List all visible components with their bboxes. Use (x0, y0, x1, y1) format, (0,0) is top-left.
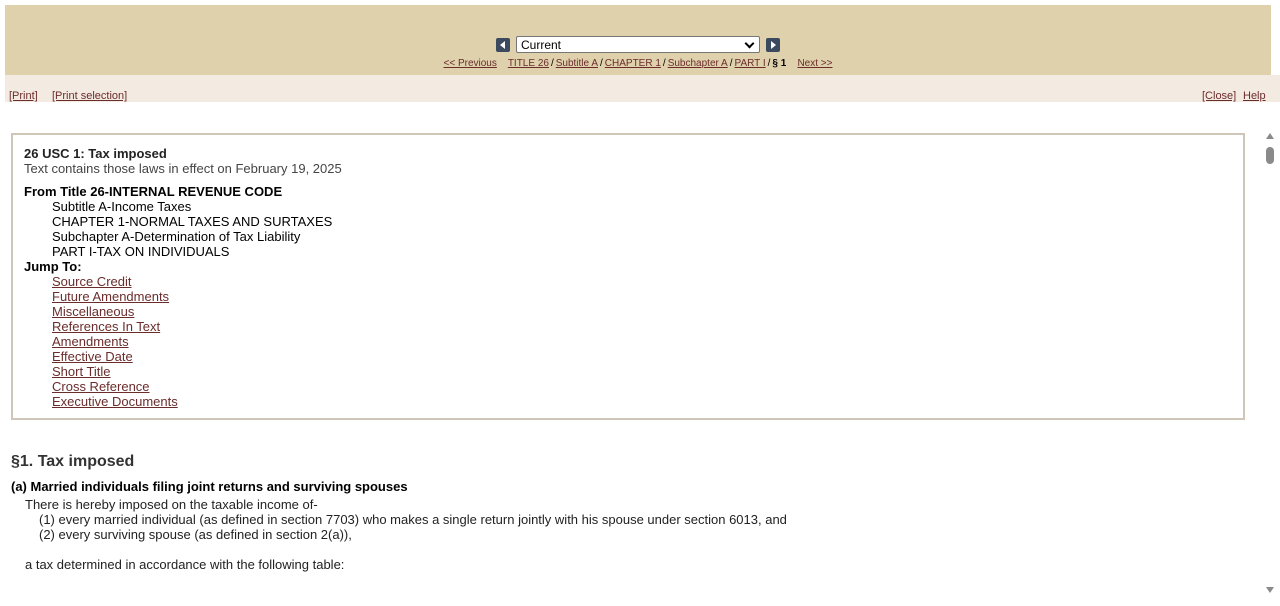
jump-to-label: Jump To: (24, 259, 82, 274)
document-info-box: 26 USC 1: Tax imposed Text contains thos… (11, 133, 1245, 420)
scrollbar-thumb[interactable] (1266, 147, 1274, 164)
scroll-down-arrow-icon[interactable] (1266, 587, 1274, 593)
version-nav: Current (0, 36, 1276, 54)
version-select[interactable]: Current (516, 36, 760, 54)
version-select-value: Current (521, 38, 562, 53)
hierarchy-subtitle: Subtitle A-Income Taxes (52, 199, 192, 214)
breadcrumb-separator: / (729, 58, 733, 69)
previous-version-button[interactable] (496, 37, 510, 52)
breadcrumb-part[interactable]: PART I (735, 58, 766, 69)
section-text: There is hereby imposed on the taxable i… (25, 497, 318, 512)
hierarchy-chapter: CHAPTER 1-NORMAL TAXES AND SURTAXES (52, 214, 333, 229)
subsection-heading: (a) Married individuals filing joint ret… (11, 479, 408, 494)
section-text: a tax determined in accordance with the … (25, 557, 345, 572)
breadcrumb-separator: / (550, 58, 554, 69)
breadcrumb-separator: / (662, 58, 666, 69)
chevron-down-icon (744, 38, 755, 49)
from-title: From Title 26-INTERNAL REVENUE CODE (24, 184, 283, 199)
jump-link-source-credit[interactable]: Source Credit (52, 274, 131, 289)
hierarchy-part: PART I-TAX ON INDIVIDUALS (52, 244, 230, 259)
jump-link-cross-reference[interactable]: Cross Reference (52, 379, 150, 394)
jump-link-miscellaneous[interactable]: Miscellaneous (52, 304, 134, 319)
breadcrumb-subchapter[interactable]: Subchapter A (668, 58, 728, 69)
document-title: 26 USC 1: Tax imposed (24, 146, 167, 161)
next-version-button[interactable] (766, 37, 780, 52)
section-title: §1. Tax imposed (11, 453, 135, 470)
print-selection-link[interactable]: [Print selection] (52, 90, 127, 102)
print-link[interactable]: [Print] (9, 90, 38, 102)
breadcrumb-separator: / (600, 58, 603, 69)
jump-link-effective-date[interactable]: Effective Date (52, 349, 133, 364)
scroll-up-arrow-icon[interactable] (1266, 133, 1274, 139)
section-text: (2) every surviving spouse (as defined i… (39, 527, 352, 542)
breadcrumb: << Previous TITLE 26/Subtitle A / CHAPTER … (0, 58, 1276, 69)
breadcrumb-current: § 1 (772, 58, 787, 69)
section-text: (1) every married individual (as defined… (39, 512, 787, 527)
next-link[interactable]: Next >> (797, 58, 832, 69)
toolbar: [Print] [Print selection] [Close] Help (5, 75, 1280, 102)
previous-link[interactable]: << Previous (444, 58, 497, 69)
jump-link-amendments[interactable]: Amendments (52, 334, 129, 349)
breadcrumb-chapter[interactable]: CHAPTER 1 (605, 58, 661, 69)
breadcrumb-subtitle[interactable]: Subtitle A (556, 58, 598, 69)
breadcrumb-title[interactable]: TITLE 26 (508, 58, 549, 69)
vertical-scrollbar[interactable] (1260, 125, 1280, 606)
breadcrumb-separator: / (767, 58, 771, 69)
jump-link-references-in-text[interactable]: References In Text (52, 319, 160, 334)
hierarchy-subchapter: Subchapter A-Determination of Tax Liabil… (52, 229, 301, 244)
jump-link-short-title[interactable]: Short Title (52, 364, 111, 379)
effective-date-note: Text contains those laws in effect on Fe… (24, 161, 342, 176)
help-link[interactable]: Help (1243, 90, 1266, 102)
jump-link-executive-documents[interactable]: Executive Documents (52, 394, 178, 409)
jump-link-future-amendments[interactable]: Future Amendments (52, 289, 169, 304)
close-link[interactable]: [Close] (1202, 90, 1236, 102)
